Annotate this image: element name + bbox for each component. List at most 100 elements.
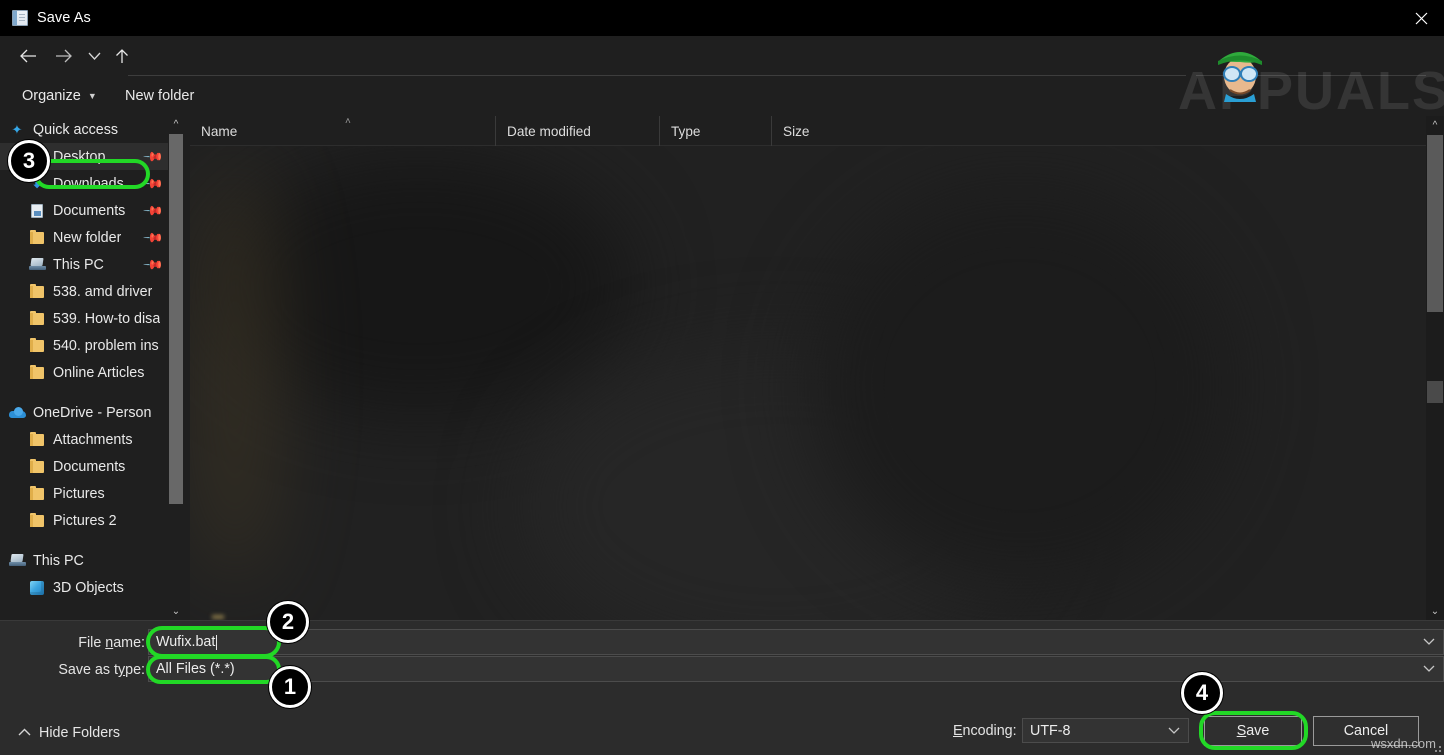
column-header-label: Type	[671, 123, 701, 139]
sidebar-item-online-articles[interactable]: Online Articles	[0, 359, 168, 386]
chevron-down-icon[interactable]	[1415, 657, 1443, 681]
save-as-dialog: Save As › This PC › Desktop ›	[0, 0, 1444, 755]
column-header-label: Name	[201, 123, 238, 139]
file-name-combo[interactable]: Wufix.bat	[148, 629, 1444, 655]
arrow-up-icon[interactable]	[106, 40, 138, 72]
sidebar-item-label: Pictures 2	[53, 512, 117, 529]
folder-icon	[28, 229, 46, 244]
folder-icon	[28, 512, 46, 527]
sidebar-item-this-pc[interactable]: This PC 📌	[0, 251, 168, 278]
star-icon: ✦	[8, 123, 26, 136]
hide-folders-button[interactable]: Hide Folders	[18, 722, 120, 744]
sidebar-item-540-problem-ins[interactable]: 540. problem ins	[0, 332, 168, 359]
pin-icon[interactable]: 📌	[142, 227, 164, 250]
save-button[interactable]: Save	[1204, 716, 1302, 746]
hide-folders-label: Hide Folders	[39, 725, 121, 741]
sidebar-item-documents[interactable]: Documents 📌	[0, 197, 168, 224]
pc-icon	[28, 258, 46, 271]
sidebar-item-label: Attachments	[53, 431, 133, 448]
content-area: ✦ Quick access Desktop 📌 ⬇ Downloads 📌 Document…	[0, 116, 1444, 620]
sidebar-item-this-pc[interactable]: This PC	[0, 547, 168, 574]
pin-icon[interactable]: 📌	[142, 200, 164, 223]
cancel-button[interactable]: Cancel	[1313, 716, 1419, 746]
sidebar-item-label: Online Articles	[53, 364, 145, 381]
file-list-scrollbar[interactable]: ^ ⌄	[1426, 116, 1444, 620]
scroll-down-icon[interactable]: ⌄	[1426, 602, 1444, 620]
text-cursor	[216, 634, 218, 650]
pin-icon[interactable]: 📌	[142, 254, 164, 277]
scroll-up-icon[interactable]: ^	[1426, 116, 1444, 134]
column-header-type[interactable]: Type	[659, 116, 771, 146]
column-header-size[interactable]: Size	[771, 116, 866, 146]
caret-down-icon: ▼	[87, 91, 97, 101]
new-folder-button[interactable]: New folder	[125, 84, 194, 108]
column-header-label: Date modified	[507, 123, 591, 139]
sidebar-scrollbar[interactable]: ^ ⌄	[168, 116, 184, 620]
sidebar-item-538-amd-driver[interactable]: 538. amd driver	[0, 278, 168, 305]
encoding-combo[interactable]: UTF-8	[1022, 718, 1189, 743]
sidebar-item-onedrive-person[interactable]: OneDrive - Person	[0, 399, 168, 426]
scroll-marker	[1427, 381, 1443, 403]
document-icon	[28, 203, 46, 218]
sidebar-scroll-thumb[interactable]	[169, 134, 183, 504]
document-icon	[31, 203, 43, 218]
sidebar-item-quick-access[interactable]: ✦ Quick access	[0, 116, 168, 143]
folder-icon	[30, 337, 44, 352]
sidebar-item-label: 539. How-to disa	[53, 310, 161, 327]
sidebar-item-label: Quick access	[33, 121, 119, 138]
chevron-down-icon[interactable]	[1415, 630, 1443, 654]
folder-icon	[28, 283, 46, 298]
folder-icon	[30, 485, 44, 500]
sidebar-item-3d-objects[interactable]: 3D Objects	[0, 574, 168, 601]
sidebar-item-pictures-2[interactable]: Pictures 2	[0, 507, 168, 534]
arrow-left-icon[interactable]	[12, 40, 44, 72]
sidebar-item-pictures[interactable]: Pictures	[0, 480, 168, 507]
chevron-down-icon[interactable]	[1160, 719, 1188, 742]
sidebar-item-label: OneDrive - Person	[33, 404, 152, 421]
window-title: Save As	[37, 10, 91, 26]
folder-icon	[30, 512, 44, 527]
pin-icon[interactable]: 📌	[142, 146, 164, 169]
sidebar-item-attachments[interactable]: Attachments	[0, 426, 168, 453]
organize-button[interactable]: Organize ▼	[22, 84, 97, 108]
encoding-label: Encoding:	[953, 723, 1017, 739]
sidebar-item-label: 3D Objects	[53, 579, 124, 596]
sidebar-item-label: Documents	[53, 458, 126, 475]
save-as-type-combo[interactable]: All Files (*.*)	[148, 656, 1444, 682]
column-header-label: Size	[783, 123, 810, 139]
command-bar: Organize ▼ New folder ▼ ?	[0, 76, 1444, 182]
encoding-value: UTF-8	[1030, 722, 1071, 739]
folder-icon	[30, 310, 44, 325]
pin-icon[interactable]: 📌	[142, 173, 164, 196]
redacted-content	[212, 615, 224, 619]
pc-icon	[8, 554, 26, 567]
cloud-icon	[8, 407, 26, 418]
column-header-date-modified[interactable]: Date modified	[495, 116, 659, 146]
sidebar-item-539-how-to-disa[interactable]: 539. How-to disa	[0, 305, 168, 332]
sidebar-item-documents[interactable]: Documents	[0, 453, 168, 480]
file-list[interactable]	[190, 146, 1426, 620]
sidebar-item-label: Desktop	[53, 148, 106, 165]
pc-icon	[8, 554, 26, 567]
file-name-input[interactable]: Wufix.bat	[149, 634, 215, 650]
sidebar-item-new-folder[interactable]: New folder 📌	[0, 224, 168, 251]
save-as-type-value: All Files (*.*)	[156, 661, 235, 677]
sort-ascending-icon: ˄	[345, 116, 351, 127]
cloud-icon	[8, 407, 26, 418]
close-icon[interactable]	[1398, 0, 1444, 36]
folder-icon	[28, 337, 46, 352]
column-headers: Name Date modified Type Size ˄	[190, 116, 1426, 146]
resize-grip[interactable]	[1431, 742, 1441, 752]
arrow-right-icon[interactable]	[48, 40, 80, 72]
scroll-down-icon[interactable]: ⌄	[168, 603, 184, 620]
scroll-up-icon[interactable]: ^	[168, 116, 184, 133]
redacted-content	[810, 186, 1230, 586]
file-list-scroll-thumb[interactable]	[1427, 135, 1443, 312]
chevron-up-icon	[18, 727, 31, 739]
folder-icon	[28, 458, 46, 473]
title-bar: Save As	[0, 0, 1444, 36]
column-header-name[interactable]: Name	[190, 116, 495, 146]
sidebar-item-label: Documents	[53, 202, 126, 219]
